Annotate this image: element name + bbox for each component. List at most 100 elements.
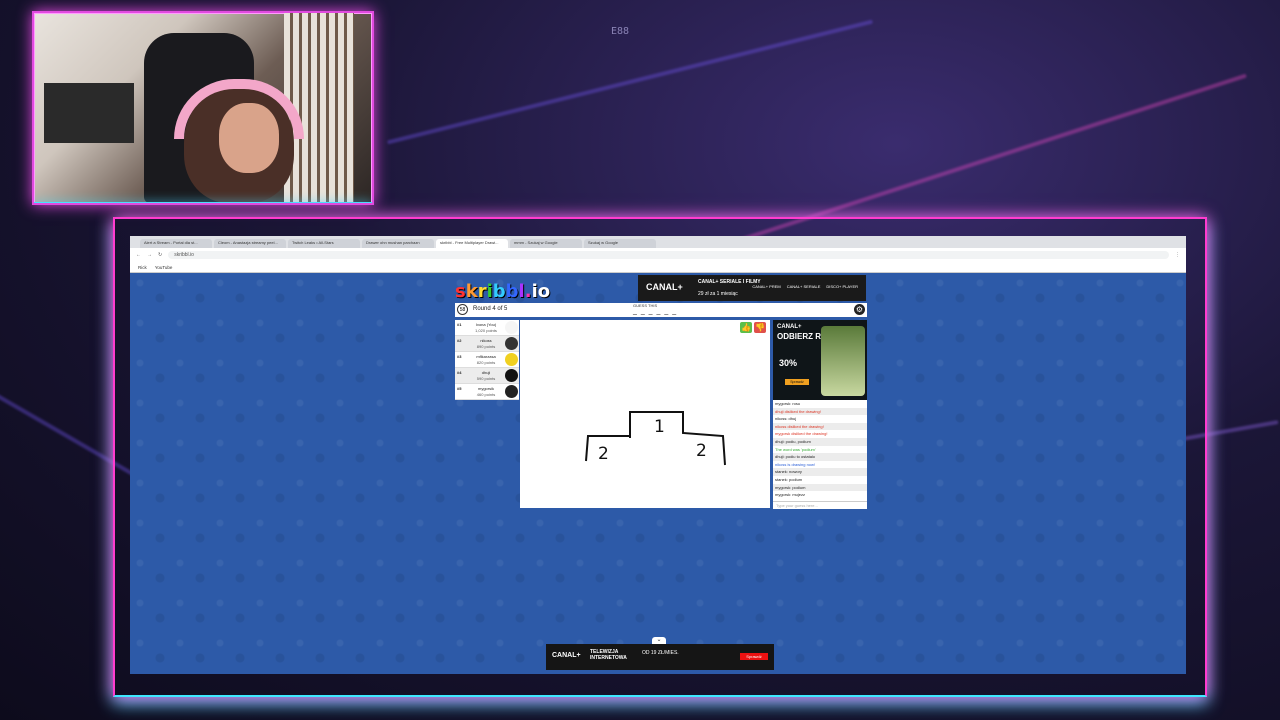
logo-letter: . — [524, 281, 532, 302]
address-bar: ← → ↻ skribbl.io ⋮ — [130, 248, 1186, 262]
reload-icon[interactable]: ↻ — [158, 252, 162, 258]
bookmark-item[interactable]: Rick — [138, 265, 147, 270]
logo-letter: s — [455, 281, 466, 302]
gear-icon[interactable]: ⚙ — [854, 304, 865, 315]
player-rank: #2 — [457, 338, 462, 343]
podium-label-second-right: 2 — [696, 441, 707, 461]
player-row[interactable]: #5 mygorsik 460 points — [455, 384, 519, 400]
overlay-label: E88 — [611, 26, 630, 37]
chat-message: dhuji disliked the drawing! — [773, 407, 867, 416]
ad-subline: 29 zł za 1 miesiąc — [698, 291, 738, 297]
player-avatar-icon — [505, 337, 518, 350]
ad-image — [821, 326, 865, 396]
ad-chip: DISCO+ PLAYER — [826, 284, 858, 289]
player-rank: #5 — [457, 386, 462, 391]
side-banner-ad[interactable]: CANAL+ ODBIERZ RABAT 30% Sprawdź — [773, 320, 867, 400]
player-row[interactable]: #3 mflkarzasa 820 points — [455, 352, 519, 368]
browser-tab[interactable]: Twitch Leaks • All-Stars — [288, 239, 360, 248]
chat-message: nikoss disliked the drawing! — [773, 422, 867, 431]
chat-message: mygorsk: podium — [773, 483, 867, 492]
player-avatar-icon — [505, 353, 518, 366]
webcam-feed — [32, 11, 374, 205]
top-banner-ad[interactable]: CANAL+ CANAL+ SERIALE I FILMY 29 zł za 1… — [638, 275, 866, 301]
ad-cta-button[interactable]: Sprawdź — [740, 653, 768, 660]
player-rank: #1 — [457, 322, 462, 327]
ad-chip: CANAL+ SERIALE — [786, 284, 821, 289]
podium-label-first: 1 — [654, 417, 665, 437]
back-icon[interactable]: ← — [136, 252, 141, 258]
podium-label-second-left: 2 — [598, 444, 609, 464]
browser-window: Alert a Stream - Portal dla st... Cleom -… — [130, 236, 1186, 674]
player-avatar-icon — [505, 369, 518, 382]
chat-message: mygorsk: mujezz — [775, 492, 806, 498]
player-name: nikoss — [480, 338, 492, 343]
ad-discount: 30% — [779, 358, 798, 368]
background-streak — [386, 19, 874, 145]
player-points: 590 points — [476, 376, 496, 381]
player-name: mflkarzasa — [476, 354, 496, 359]
chat-message: dhuji: podiu, podium — [773, 437, 867, 446]
browser-tab[interactable]: Drawer ohn mushan parchazn — [362, 239, 434, 248]
chat-input[interactable]: Type your guess here... — [773, 501, 867, 509]
ad-brand: CANAL+ — [552, 652, 581, 659]
bookmarks-bar: Rick YouTube — [130, 262, 1186, 273]
player-points: 1,020 points — [475, 328, 497, 333]
browser-tab[interactable]: mmm - Szukaj w Google — [510, 239, 582, 248]
round-indicator: Round 4 of 5 — [473, 306, 508, 312]
browser-tab[interactable]: Alert a Stream - Portal dla st... — [140, 239, 212, 248]
chat-message: stanek: podium — [775, 476, 803, 482]
player-name: mygorsik — [477, 386, 494, 391]
player-avatar-icon — [505, 385, 518, 398]
ad-headline: TELEWIZJA INTERNETOWA — [590, 649, 627, 661]
extensions-icon[interactable]: ⋮ — [1175, 252, 1180, 258]
skribbl-page: skribbl.io CANAL+ CANAL+ SERIALE I FILMY… — [130, 273, 1186, 674]
logo-letter: b — [505, 281, 519, 302]
logo-letter: r — [477, 281, 487, 302]
ad-chips: CANAL+ PREM CANAL+ SERIALE DISCO+ PLAYER — [752, 284, 858, 289]
ad-headline: CANAL+ SERIALE I FILMY — [698, 279, 761, 285]
browser-tab[interactable]: Cleom - Anastazja streamy peel... — [214, 239, 286, 248]
player-row[interactable]: #4 dhuji 590 points — [455, 368, 519, 384]
ad-brand: CANAL+ — [777, 324, 802, 330]
ad-price: OD 19 ZŁ/MIES. — [642, 650, 679, 656]
podium-drawing: 1 2 2 — [585, 411, 726, 466]
player-points: 820 points — [476, 360, 496, 365]
ad-chip: CANAL+ PREM — [752, 284, 781, 289]
chat-message: mygorsk: rosu — [775, 401, 801, 406]
player-avatar-icon — [505, 321, 518, 334]
ad-brand: CANAL+ — [646, 282, 683, 292]
player-points: 460 points — [476, 392, 496, 397]
player-points: 890 points — [476, 344, 496, 349]
browser-tab[interactable]: skribbl - Free Multiplayer Drawi... — [436, 239, 508, 248]
collapse-ad-icon[interactable]: ⌄ — [652, 637, 666, 644]
url-field[interactable]: skribbl.io — [168, 251, 1169, 259]
logo-letter: k — [465, 281, 478, 302]
chat-box: mygorsk: rosu dhuji disliked the drawing!… — [773, 400, 867, 508]
logo-letter: b — [492, 281, 506, 302]
chat-message: mygorsk disliked the drawing! — [775, 431, 828, 437]
skribbl-logo[interactable]: skribbl.io — [455, 281, 550, 302]
word-blanks: _ _ _ _ _ _ — [633, 308, 678, 315]
bookmark-item[interactable]: YouTube — [155, 265, 173, 270]
player-name: Ivona (You) — [475, 322, 497, 327]
timer-clock-icon: 58 — [457, 304, 468, 315]
player-rank: #4 — [457, 370, 462, 375]
browser-tab[interactable]: Szukaj w Google — [584, 239, 656, 248]
ad-headline-line: INTERNETOWA — [590, 655, 627, 661]
game-header: 58 Round 4 of 5 GUESS THIS _ _ _ _ _ _ ⚙ — [455, 303, 867, 319]
player-row[interactable]: #2 nikoss 890 points — [455, 336, 519, 352]
bottom-banner-ad[interactable]: CANAL+ TELEWIZJA INTERNETOWA OD 19 ZŁ/MIE… — [546, 644, 774, 670]
drawing-canvas[interactable]: 👍 👎 1 2 2 — [520, 320, 770, 508]
player-row[interactable]: #1 Ivona (You) 1,020 points — [455, 320, 519, 336]
chat-message: The word was 'podium' — [775, 446, 816, 452]
player-list: #1 Ivona (You) 1,020 points #2 nikoss 890 poi… — [455, 320, 519, 400]
player-name: dhuji — [481, 370, 491, 375]
chat-message: stanek: nowory — [773, 468, 867, 476]
chat-message: nikoss: dhuj — [775, 416, 797, 422]
player-rank: #3 — [457, 354, 462, 359]
forward-icon[interactable]: → — [147, 252, 152, 258]
ad-cta-button[interactable]: Sprawdź — [785, 379, 809, 385]
chat-message: nikoss is drawing now! — [775, 461, 816, 467]
logo-letter: o — [537, 281, 551, 302]
tab-bar: Alert a Stream - Portal dla st... Cleom -… — [130, 236, 1186, 248]
